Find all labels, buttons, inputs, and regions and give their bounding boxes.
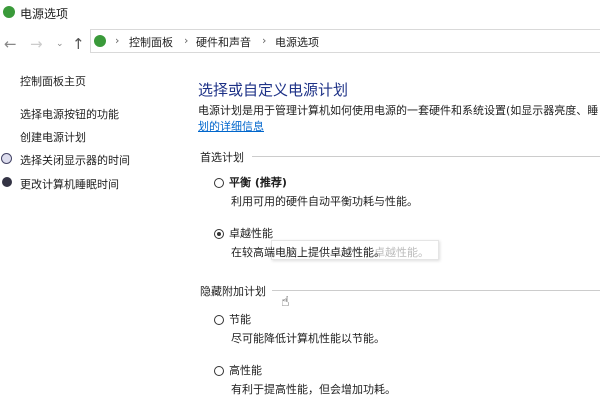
hidden-plans-toggle[interactable]: 隐藏附加计划 — [200, 283, 266, 299]
power-options-icon — [3, 6, 15, 18]
plan-ultimate-desc: 在较高端电脑上提供卓越性能。 — [231, 246, 385, 259]
title-bar: 电源选项 — [0, 0, 600, 26]
page-description: 电源计划是用于管理计算机如何使用电源的一套硬件和系统设置(如显示器亮度、睡 — [198, 104, 599, 117]
moon-icon — [2, 177, 12, 187]
window-title: 电源选项 — [20, 7, 69, 21]
chevron-right-icon: › — [115, 34, 120, 47]
plan-power-saver-name[interactable]: 节能 — [229, 311, 251, 327]
divider — [272, 290, 600, 291]
clock-icon — [1, 153, 12, 164]
sidebar-item-home[interactable]: 控制面板主页 — [20, 73, 86, 89]
preferred-plans-label: 首选计划 — [200, 151, 244, 164]
chevron-right-icon: › — [262, 34, 267, 47]
plan-power-saver-desc: 尽可能降低计算机性能以节能。 — [231, 332, 385, 345]
radio-ultimate-performance[interactable] — [214, 229, 224, 239]
back-button[interactable]: ← — [4, 35, 17, 53]
breadcrumb-power-options[interactable]: 电源选项 — [275, 34, 319, 50]
chevron-right-icon: › — [184, 34, 189, 47]
divider — [252, 156, 600, 157]
radio-high-performance[interactable] — [214, 366, 224, 376]
hand-cursor-icon: ☝ — [281, 294, 290, 310]
forward-button[interactable]: → — [30, 35, 43, 53]
plan-balanced-desc: 利用可用的硬件自动平衡功耗与性能。 — [231, 195, 418, 208]
plan-high-performance-desc: 有利于提高性能，但会增加功耗。 — [231, 383, 396, 396]
details-link[interactable]: 划的详细信息 — [198, 118, 264, 134]
sidebar-item-display-off[interactable]: 选择关闭显示器的时间 — [20, 152, 130, 168]
page-title: 选择或自定义电源计划 — [198, 81, 349, 99]
sidebar-item-power-button[interactable]: 选择电源按钮的功能 — [20, 106, 119, 122]
sidebar-item-sleep[interactable]: 更改计算机睡眠时间 — [20, 176, 119, 192]
radio-power-saver[interactable] — [214, 315, 224, 325]
up-button[interactable]: ↑ — [72, 35, 85, 53]
radio-balanced[interactable] — [214, 178, 224, 188]
sidebar-item-create-plan[interactable]: 创建电源计划 — [20, 129, 86, 145]
plan-balanced-name[interactable]: 平衡 (推荐) — [229, 174, 287, 190]
breadcrumb-hardware-sound[interactable]: 硬件和声音 — [196, 34, 251, 50]
plan-high-performance-name[interactable]: 高性能 — [229, 362, 262, 378]
breadcrumb-control-panel[interactable]: 控制面板 — [129, 34, 173, 50]
plan-ultimate-name[interactable]: 卓越性能 — [229, 225, 273, 241]
recent-dropdown-icon[interactable]: ⌄ — [56, 39, 64, 49]
control-panel-icon — [94, 35, 106, 47]
